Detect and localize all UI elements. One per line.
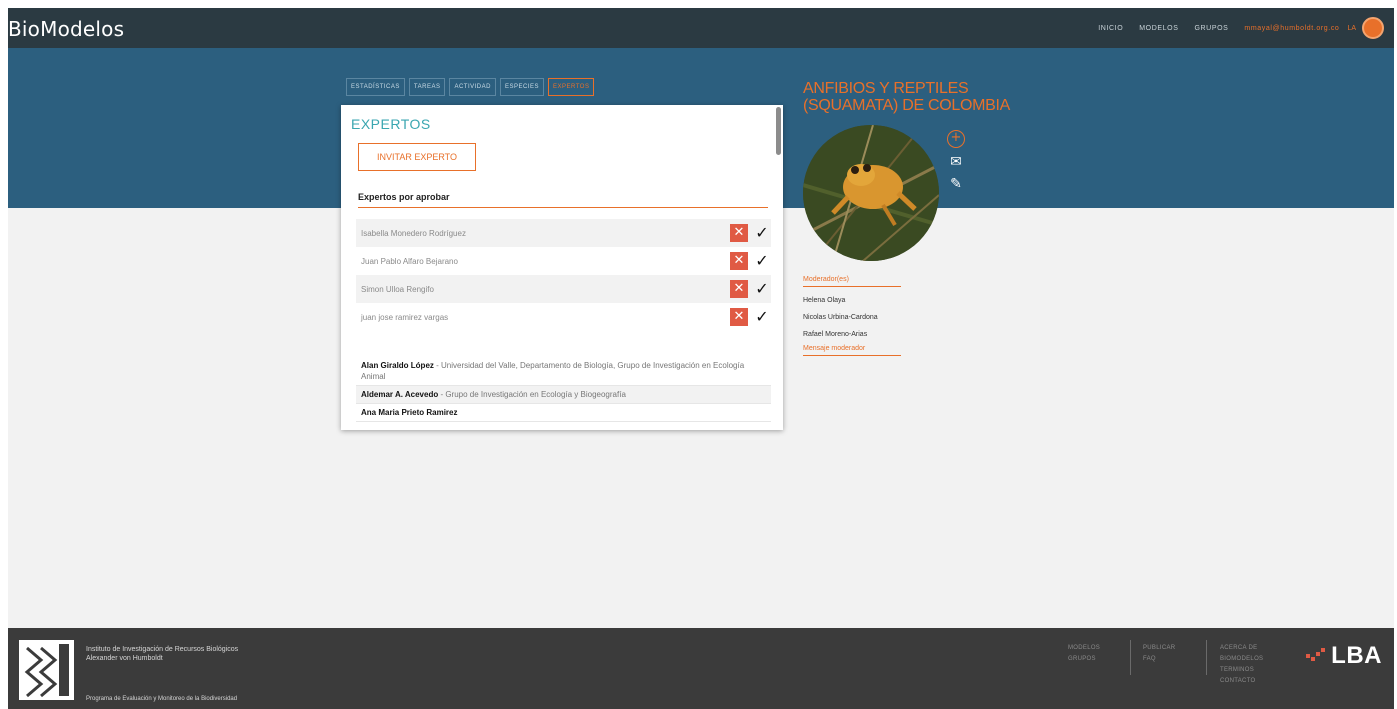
experts-panel: EXPERTOS INVITAR EXPERTO Expertos por ap… — [341, 105, 783, 430]
pending-experts-list: Isabella Monedero Rodríguez ✕ ✓ Juan Pab… — [356, 219, 771, 331]
footer-links-col-3: ACERCA DE BIOMODELOS TERMINOS CONTACTO — [1220, 643, 1280, 687]
pending-expert-row: Isabella Monedero Rodríguez ✕ ✓ — [356, 219, 771, 247]
moderators-section: Moderador(es) Helena Olaya Nicolas Urbin… — [803, 276, 943, 356]
institute-line-2: Alexander von Humboldt — [86, 655, 163, 662]
reject-expert-button[interactable]: ✕ — [730, 224, 748, 242]
footer-link-grupos[interactable]: GRUPOS — [1068, 654, 1100, 665]
pending-expert-name: Juan Pablo Alfaro Bejarano — [361, 256, 458, 266]
lba-logo-text: LBA — [1331, 642, 1382, 669]
humboldt-logo — [19, 640, 74, 700]
frog-photo-illustration — [803, 125, 939, 261]
institute-name: Instituto de Investigación de Recursos B… — [86, 645, 238, 663]
brand-logo[interactable]: BioModelos — [8, 17, 124, 41]
footer-link-contacto[interactable]: CONTACTO — [1220, 676, 1280, 687]
approve-expert-button[interactable]: ✓ — [753, 280, 771, 298]
mail-icon[interactable]: ✉ — [950, 154, 962, 170]
pending-expert-name: juan jose ramirez vargas — [361, 312, 449, 322]
footer-divider — [1130, 640, 1131, 675]
nav-link-modelos[interactable]: MODELOS — [1139, 25, 1178, 32]
expert-name: Ana Maria Prieto Ramirez — [361, 408, 458, 417]
expert-row[interactable]: Aldemar A. Acevedo - Grupo de Investigac… — [356, 386, 771, 404]
tab-expertos[interactable]: EXPERTOS — [548, 78, 595, 96]
lba-mark-icon — [1306, 648, 1326, 661]
pending-expert-row: Simon Ulloa Rengifo ✕ ✓ — [356, 275, 771, 303]
pending-expert-name: Simon Ulloa Rengifo — [361, 284, 434, 294]
nav-link-inicio[interactable]: INICIO — [1098, 25, 1123, 32]
moderator-name: Rafael Moreno-Arias — [803, 331, 868, 338]
expert-affiliation: - Grupo de Investigación en Ecología y B… — [438, 390, 626, 399]
approve-expert-button[interactable]: ✓ — [753, 252, 771, 270]
expert-row[interactable]: Alan Giraldo López - Universidad del Val… — [356, 357, 771, 386]
tab-especies[interactable]: ESPECIES — [499, 78, 544, 96]
language-selector[interactable]: LA — [1347, 25, 1356, 32]
footer-links-col-1: MODELOS GRUPOS — [1068, 643, 1100, 665]
group-actions: + ✉ ✎ — [945, 130, 967, 192]
footer-divider — [1206, 640, 1207, 675]
institute-line-1: Instituto de Investigación de Recursos B… — [86, 646, 239, 653]
pending-experts-heading: Expertos por aprobar — [358, 192, 450, 202]
footer-links-col-2: PUBLICAR FAQ — [1143, 643, 1175, 665]
group-tabs: ESTADÍSTICAS TAREAS ACTIVIDAD ESPECIES E… — [346, 78, 595, 96]
approve-expert-button[interactable]: ✓ — [753, 308, 771, 326]
footer-link-modelos[interactable]: MODELOS — [1068, 643, 1100, 654]
expert-name: Alan Giraldo López — [361, 361, 434, 370]
moderator-name: Helena Olaya — [803, 297, 846, 304]
pending-expert-row: Juan Pablo Alfaro Bejarano ✕ ✓ — [356, 247, 771, 275]
pending-expert-name: Isabella Monedero Rodríguez — [361, 228, 466, 238]
approve-expert-button[interactable]: ✓ — [753, 224, 771, 242]
top-navbar: BioModelos INICIO MODELOS GRUPOS mmayal@… — [8, 8, 1394, 48]
section-divider — [358, 207, 768, 208]
group-title: ANFIBIOS Y REPTILES (SQUAMATA) DE COLOMB… — [803, 80, 1011, 114]
footer-link-terminos[interactable]: TERMINOS — [1220, 665, 1280, 676]
edit-icon[interactable]: ✎ — [950, 176, 962, 192]
lba-logo: LBA — [1306, 642, 1382, 670]
experts-list: Alan Giraldo López - Universidad del Val… — [356, 357, 771, 422]
nav-link-grupos[interactable]: GRUPOS — [1194, 25, 1228, 32]
footer-link-faq[interactable]: FAQ — [1143, 654, 1175, 665]
expert-row[interactable]: Ana Maria Prieto Ramirez — [356, 404, 771, 422]
panel-scrollbar[interactable] — [776, 107, 781, 155]
top-nav-links: INICIO MODELOS GRUPOS mmayal@humboldt.or… — [1098, 8, 1384, 48]
pending-expert-row: juan jose ramirez vargas ✕ ✓ — [356, 303, 771, 331]
user-avatar[interactable] — [1362, 17, 1384, 39]
reject-expert-button[interactable]: ✕ — [730, 252, 748, 270]
footer-link-acerca[interactable]: ACERCA DE BIOMODELOS — [1220, 643, 1280, 665]
group-photo — [803, 125, 939, 261]
tab-estadisticas[interactable]: ESTADÍSTICAS — [346, 78, 405, 96]
footer-link-publicar[interactable]: PUBLICAR — [1143, 643, 1175, 654]
message-moderator-link[interactable]: Mensaje moderador — [803, 345, 901, 356]
add-circle-icon[interactable]: + — [947, 130, 965, 148]
tab-actividad[interactable]: ACTIVIDAD — [449, 78, 496, 96]
invite-expert-button[interactable]: INVITAR EXPERTO — [358, 143, 476, 171]
expert-name: Aldemar A. Acevedo — [361, 390, 439, 399]
footer: Instituto de Investigación de Recursos B… — [8, 628, 1394, 709]
user-email-link[interactable]: mmayal@humboldt.org.co — [1244, 25, 1339, 32]
moderators-heading: Moderador(es) — [803, 276, 901, 287]
moderator-name: Nicolas Urbina-Cardona — [803, 314, 878, 321]
app-frame: BioModelos INICIO MODELOS GRUPOS mmayal@… — [8, 8, 1394, 709]
program-name: Programa de Evaluación y Monitoreo de la… — [86, 696, 238, 702]
panel-title: EXPERTOS — [351, 116, 431, 132]
reject-expert-button[interactable]: ✕ — [730, 308, 748, 326]
tab-tareas[interactable]: TAREAS — [408, 78, 446, 96]
reject-expert-button[interactable]: ✕ — [730, 280, 748, 298]
